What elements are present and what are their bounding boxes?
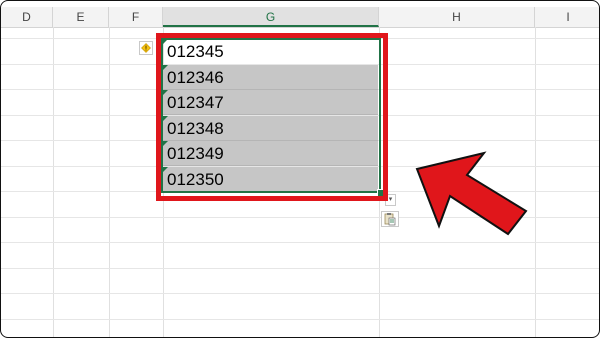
paste-options-icon[interactable] xyxy=(381,211,399,227)
column-header-i[interactable]: I xyxy=(535,7,599,27)
column-header-g[interactable]: G xyxy=(163,7,379,27)
gridline xyxy=(1,319,599,320)
warning-diamond-icon[interactable] xyxy=(139,41,153,55)
gridline xyxy=(1,268,599,269)
red-arrow-icon xyxy=(415,151,528,236)
gridline xyxy=(109,27,110,337)
gridline xyxy=(1,242,599,243)
column-header-e[interactable]: E xyxy=(53,7,109,27)
gridline xyxy=(1,293,599,294)
red-highlight-box xyxy=(156,33,388,201)
column-header-h[interactable]: H xyxy=(379,7,535,27)
column-header-f[interactable]: F xyxy=(109,7,163,27)
gridline xyxy=(53,27,54,337)
spreadsheet-window: D E F G H I 012345 012346 012347 012348 … xyxy=(0,0,600,338)
column-header-d[interactable]: D xyxy=(1,7,53,27)
column-header-row: D E F G H I xyxy=(1,7,599,28)
gridline xyxy=(535,27,536,337)
